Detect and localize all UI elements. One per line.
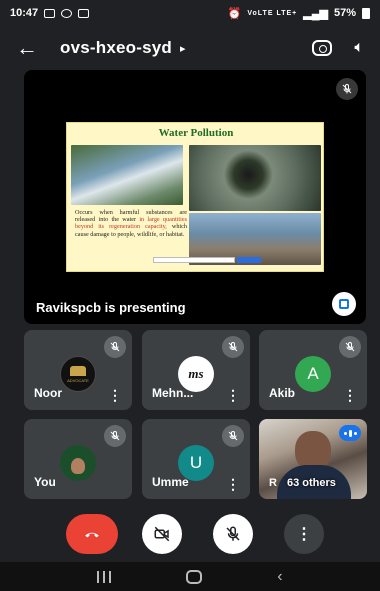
others-count: 63 others	[287, 477, 336, 489]
participant-name: Umme	[152, 475, 189, 489]
cast-icon	[61, 8, 73, 18]
gallery-icon	[44, 8, 56, 18]
others-tile[interactable]: R 63 others	[259, 419, 367, 499]
camera-off-icon	[154, 526, 170, 542]
meeting-app-bar: ← ovs-hxeo-syd ▸ 🔈︎	[0, 26, 380, 70]
more-options-icon[interactable]: ⋮	[226, 477, 240, 491]
more-options-icon[interactable]: ⋮	[108, 388, 122, 402]
participant-name: You	[34, 475, 56, 489]
slide-image-pipe	[189, 145, 321, 211]
phone-hangup-icon	[85, 532, 99, 538]
status-time: 10:47	[10, 7, 39, 19]
presenting-label: Ravikspcb is presenting	[36, 300, 186, 315]
mic-off-icon	[339, 336, 361, 358]
back-arrow-icon[interactable]: ←	[16, 35, 46, 61]
participant-tile-noor[interactable]: ADVOCATE Noor ⋮	[24, 330, 132, 410]
home-icon[interactable]	[186, 569, 203, 584]
speaker-icon[interactable]: 🔈︎	[354, 39, 364, 57]
participant-tile-umme[interactable]: U Umme ⋮	[142, 419, 250, 499]
participant-tile-mehn[interactable]: ms Mehn... ⋮	[142, 330, 250, 410]
more-options-icon[interactable]: ⋮	[226, 388, 240, 402]
signal-icon: ▂▄▆	[303, 7, 328, 20]
fullscreen-button[interactable]	[332, 292, 356, 316]
slide-caption-button	[237, 257, 261, 263]
presentation-tile[interactable]: Water Pollution Occurs when harmful subs…	[24, 70, 366, 324]
meeting-code[interactable]: ovs-hxeo-syd	[60, 38, 172, 58]
more-options-button[interactable]: ⋮	[284, 514, 324, 554]
participant-name: Mehn...	[152, 386, 194, 400]
slide-caption-bar	[153, 257, 235, 263]
slide-title: Water Pollution	[158, 127, 234, 139]
scales-icon	[70, 365, 86, 376]
system-nav-bar: ‹	[0, 562, 380, 591]
mic-off-icon	[226, 526, 240, 541]
avatar-photo	[71, 458, 85, 474]
participant-name: Akib	[269, 386, 296, 400]
participant-initial: R	[269, 477, 277, 489]
mic-off-icon	[336, 78, 358, 100]
microphone-toggle-button[interactable]	[213, 514, 253, 554]
mic-off-icon	[104, 425, 126, 447]
participant-tile-you[interactable]: You	[24, 419, 132, 499]
avatar	[60, 445, 96, 481]
slide-body-text: Occurs when harmful substances are relea…	[75, 209, 187, 238]
fullscreen-icon	[339, 299, 349, 309]
message-icon	[78, 8, 90, 18]
mic-off-icon	[222, 336, 244, 358]
battery-percent: 57%	[333, 7, 356, 19]
alarm-icon: ⏰	[227, 7, 242, 20]
recent-apps-icon[interactable]	[97, 570, 112, 583]
slide-image-river	[71, 145, 183, 205]
meeting-info-caret-icon[interactable]: ▸	[180, 42, 186, 55]
back-icon[interactable]: ‹	[277, 568, 282, 586]
call-controls: ⋮	[0, 514, 380, 558]
more-options-icon[interactable]: ⋮	[343, 388, 357, 402]
avatar: A	[295, 356, 331, 392]
battery-icon	[362, 7, 370, 19]
participant-tile-akib[interactable]: A Akib ⋮	[259, 330, 367, 410]
participant-name: Noor	[34, 386, 62, 400]
mic-off-icon	[222, 425, 244, 447]
network-indicator: VoLTE LTE+	[247, 9, 298, 17]
speaking-indicator-icon	[339, 425, 361, 441]
status-bar: 10:47 ⏰ VoLTE LTE+ ▂▄▆ 57%	[0, 0, 380, 26]
camera-toggle-button[interactable]	[142, 514, 182, 554]
switch-camera-icon[interactable]	[312, 40, 333, 56]
avatar: ADVOCATE	[60, 356, 96, 392]
end-call-button[interactable]	[66, 514, 118, 554]
shared-slide: Water Pollution Occurs when harmful subs…	[66, 122, 324, 272]
mic-off-icon	[104, 336, 126, 358]
